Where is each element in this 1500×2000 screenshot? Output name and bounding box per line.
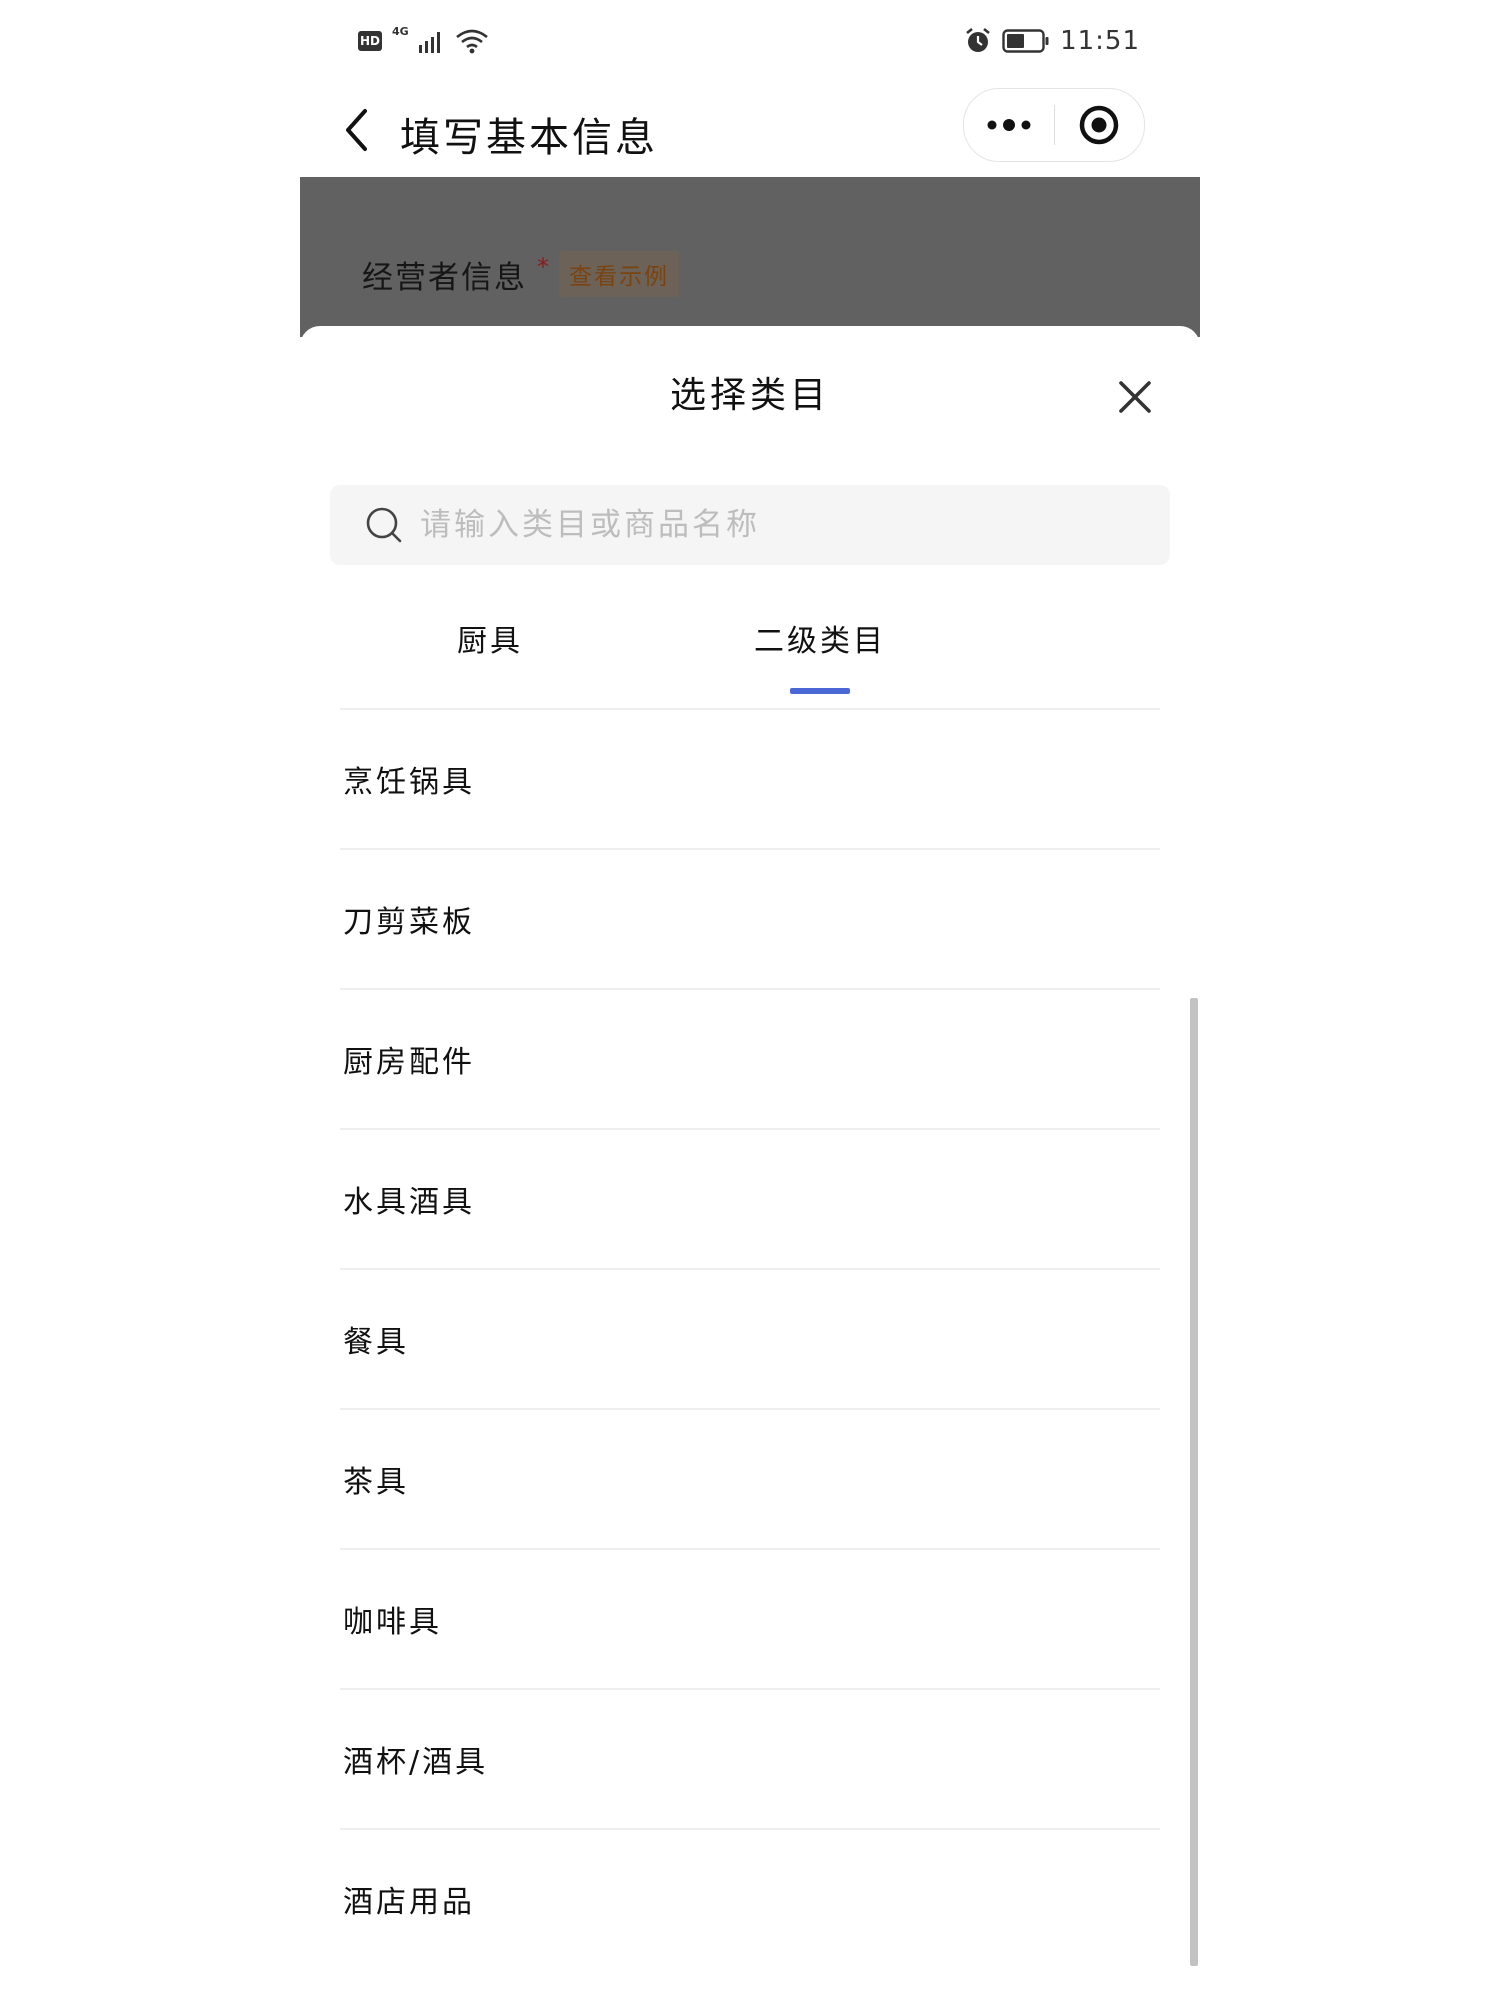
list-item[interactable]: 酒店用品 xyxy=(340,1830,1160,1968)
required-mark: * xyxy=(537,253,549,281)
tab-level2-category[interactable]: 二级类目 xyxy=(754,616,886,660)
operator-info-row: 经营者信息 * 查看示例 xyxy=(362,251,679,297)
list-item-label: 厨房配件 xyxy=(343,1045,475,1080)
nav-bar: 填写基本信息 xyxy=(300,85,1200,177)
list-item[interactable]: 刀剪菜板 xyxy=(340,850,1160,990)
close-icon xyxy=(1119,381,1151,413)
network-type-label: 4G xyxy=(392,25,409,38)
operator-info-label: 经营者信息 xyxy=(362,259,527,296)
active-tab-indicator xyxy=(790,688,850,694)
list-item[interactable]: 水具酒具 xyxy=(340,1130,1160,1270)
search-icon xyxy=(366,507,402,543)
target-icon xyxy=(1080,105,1119,145)
status-left: HD 4G xyxy=(358,25,489,54)
page-title: 填写基本信息 xyxy=(400,115,658,161)
search-input[interactable] xyxy=(418,506,1122,544)
list-item-label: 咖啡具 xyxy=(343,1605,442,1640)
scrollbar[interactable] xyxy=(1190,998,1198,1966)
view-example-link[interactable]: 查看示例 xyxy=(559,251,679,297)
list-item-label: 餐具 xyxy=(343,1325,409,1360)
status-bar: HD 4G 11:51 xyxy=(300,0,1200,85)
hd-badge: HD xyxy=(358,31,382,51)
wifi-icon xyxy=(455,29,488,54)
status-right: 11:51 xyxy=(964,26,1140,56)
status-time: 11:51 xyxy=(1060,26,1140,56)
battery-icon xyxy=(1002,29,1049,53)
list-item-label: 酒杯/酒具 xyxy=(343,1745,489,1780)
search-bar[interactable] xyxy=(330,485,1170,565)
more-icon xyxy=(987,119,1031,131)
back-button[interactable] xyxy=(332,103,380,157)
list-item-label: 酒店用品 xyxy=(343,1885,475,1920)
list-item[interactable]: 茶具 xyxy=(340,1410,1160,1550)
list-item-label: 水具酒具 xyxy=(343,1185,475,1220)
list-item-label: 茶具 xyxy=(343,1465,409,1500)
list-item-label: 烹饪锅具 xyxy=(343,765,475,800)
dimmed-page-overlay: 经营者信息 * 查看示例 xyxy=(300,177,1200,337)
list-item[interactable]: 餐具 xyxy=(340,1270,1160,1410)
list-item-label: 刀剪菜板 xyxy=(343,905,475,940)
category-picker-sheet: 选择类目 厨具 二级类目 烹饪锅具 刀剪菜板 厨房配件 水具酒具 餐具 茶具 咖… xyxy=(300,326,1200,2000)
menu-capsule xyxy=(963,88,1145,162)
list-item[interactable]: 厨房配件 xyxy=(340,990,1160,1130)
alarm-icon xyxy=(966,27,990,52)
close-button[interactable] xyxy=(1110,372,1160,422)
list-item[interactable]: 咖啡具 xyxy=(340,1550,1160,1690)
signal-icon xyxy=(418,32,440,53)
more-button[interactable] xyxy=(964,89,1054,161)
list-item[interactable]: 烹饪锅具 xyxy=(340,710,1160,850)
back-icon xyxy=(346,109,367,151)
sheet-title: 选择类目 xyxy=(669,375,830,416)
list-item[interactable]: 酒杯/酒具 xyxy=(340,1690,1160,1830)
tab-level1-category[interactable]: 厨具 xyxy=(457,616,523,660)
close-miniprogram-button[interactable] xyxy=(1055,89,1145,161)
category-list: 烹饪锅具 刀剪菜板 厨房配件 水具酒具 餐具 茶具 咖啡具 酒杯/酒具 酒店用品 xyxy=(340,710,1160,1968)
phone-screen: HD 4G 11:51 填写基本信息 经营者信息 * 查看示例 选择类目 请输入… xyxy=(300,0,1200,2000)
